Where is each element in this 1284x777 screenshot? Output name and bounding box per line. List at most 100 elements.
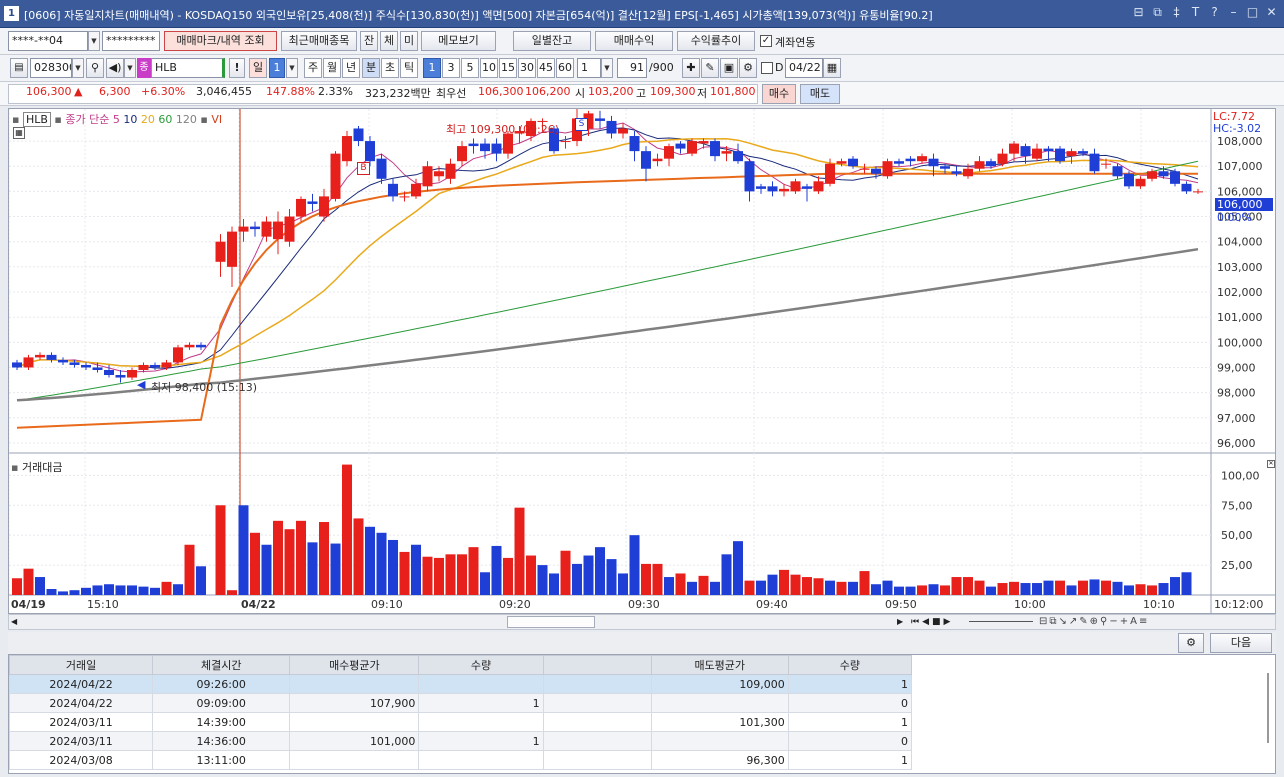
interval-input[interactable]: 1 — [577, 58, 601, 78]
volume-bar — [342, 464, 352, 595]
table-row[interactable]: 2024/03/11 14:39:00 101,300 1 — [8, 712, 913, 732]
sound-dropdown-icon[interactable]: ▼ — [124, 58, 136, 78]
volume-bar — [698, 575, 709, 595]
playback-controls[interactable]: ⏮◀■▶ — [911, 615, 953, 629]
grid-toggle-icon[interactable]: ▦ — [13, 127, 25, 139]
minute-1-button[interactable]: 1 — [423, 58, 441, 78]
table-header[interactable]: 거래일 — [8, 655, 154, 675]
candle-body — [687, 141, 697, 154]
buy-button[interactable]: 매수 — [762, 84, 796, 104]
date-checkbox[interactable] — [761, 62, 773, 74]
period-minute-tab[interactable]: 분 — [362, 58, 380, 78]
candle-body — [733, 151, 743, 162]
search-icon[interactable]: ⚲ — [86, 58, 104, 78]
table-row[interactable]: 2024/03/08 13:11:00 96,300 1 — [8, 750, 913, 770]
stock-search-icon[interactable]: ▤ — [10, 58, 28, 78]
buy-marker[interactable]: B — [357, 162, 370, 175]
crosshair-icon[interactable]: ✚ — [682, 58, 700, 78]
layout-icon[interactable]: ⊟ — [1132, 5, 1145, 20]
volume-bar — [196, 566, 206, 595]
table-header[interactable]: 체결시간 — [152, 655, 291, 675]
calendar-icon[interactable]: ▦ — [823, 58, 841, 78]
period-week-tab[interactable]: 주 — [304, 58, 322, 78]
trade-mark-button[interactable]: 매매마크/내역 조회 — [164, 31, 277, 51]
pin-icon[interactable]: ‡ — [1170, 5, 1183, 20]
minimize-icon[interactable]: – — [1227, 5, 1240, 20]
table-header[interactable]: 매도평균가 — [650, 655, 789, 675]
return-trend-button[interactable]: 수익률추이 — [677, 31, 755, 51]
minute-30-button[interactable]: 30 — [518, 58, 536, 78]
table-header[interactable]: 수량 — [418, 655, 544, 675]
balance-button[interactable]: 잔 — [360, 31, 378, 51]
interval-dropdown-icon[interactable]: ▼ — [601, 58, 613, 78]
executed-button[interactable]: 체 — [380, 31, 398, 51]
table-cell: 2024/04/22 — [8, 674, 154, 694]
account-link-checkbox[interactable]: ✓ — [760, 35, 772, 47]
unexecuted-button[interactable]: 미 — [400, 31, 418, 51]
volume-bar — [1055, 580, 1065, 595]
alert-button[interactable]: ! — [229, 58, 245, 78]
account-dropdown-icon[interactable]: ▼ — [88, 31, 100, 51]
font-icon[interactable]: T — [1189, 5, 1202, 20]
chart-scrollbar[interactable]: ◀ ▶ ⏮◀■▶ ⊟⧉↘↗✎⊕⚲−+A≡ — [8, 614, 1276, 630]
period-day-tab[interactable]: 일 — [249, 58, 267, 78]
daily-balance-button[interactable]: 일별잔고 — [513, 31, 591, 51]
open-label: 시 — [575, 87, 586, 100]
table-cell: 1 — [787, 712, 913, 732]
restore-icon[interactable]: ⧉ — [1151, 5, 1164, 20]
sound-icon[interactable]: ◀) — [106, 58, 124, 78]
stock-code-input[interactable]: 028300 — [30, 58, 72, 78]
price-chart[interactable]: 108,000107,000106,000105,000104,000103,0… — [8, 108, 1275, 613]
trade-profit-button[interactable]: 매매수익 — [595, 31, 673, 51]
table-header[interactable]: 수량 — [787, 655, 913, 675]
day-count-field[interactable]: 1 — [269, 58, 285, 78]
period-month-tab[interactable]: 월 — [323, 58, 341, 78]
chart-tool-icons[interactable]: ⊟⧉↘↗✎⊕⚲−+A≡ — [1039, 615, 1149, 629]
candle-body — [1158, 171, 1169, 177]
next-button[interactable]: 다음 — [1210, 633, 1272, 653]
zoom-slider[interactable] — [969, 621, 1033, 622]
day-count-dropdown-icon[interactable]: ▼ — [286, 58, 298, 78]
candle-body — [23, 357, 34, 368]
password-field[interactable]: ********* — [102, 31, 160, 51]
draw-tool-icon[interactable]: ✎ — [701, 58, 719, 78]
period-year-tab[interactable]: 년 — [342, 58, 360, 78]
period-second-tab[interactable]: 초 — [381, 58, 399, 78]
help-icon[interactable]: ? — [1208, 5, 1221, 20]
date-input[interactable]: 04/22 — [785, 58, 823, 78]
minute-45-button[interactable]: 45 — [537, 58, 555, 78]
sell-button[interactable]: 매도 — [800, 84, 840, 104]
panel-close-icon[interactable]: ✕ — [1267, 460, 1275, 468]
change-percent: +6.30% — [141, 85, 186, 98]
legend-ma10: 10 — [123, 113, 138, 126]
minute-60-button[interactable]: 60 — [556, 58, 574, 78]
scroll-right-icon[interactable]: ▶ — [897, 615, 903, 629]
memo-button[interactable]: 메모보기 — [421, 31, 496, 51]
maximize-icon[interactable]: □ — [1246, 5, 1259, 20]
table-row[interactable]: 2024/04/22 09:09:00 107,900 1 0 — [8, 693, 913, 713]
table-header[interactable] — [542, 655, 652, 675]
display-count-input[interactable]: 91 — [617, 58, 647, 78]
minute-15-button[interactable]: 15 — [499, 58, 517, 78]
minute-5-button[interactable]: 5 — [461, 58, 479, 78]
period-tick-tab[interactable]: 틱 — [400, 58, 418, 78]
scroll-thumb[interactable] — [507, 616, 595, 628]
minute-3-button[interactable]: 3 — [442, 58, 460, 78]
save-icon[interactable]: ▣ — [720, 58, 738, 78]
table-row[interactable]: 2024/04/22 09:26:00 109,000 1 — [8, 674, 913, 694]
settings-icon[interactable]: ⚙ — [739, 58, 757, 78]
table-scrollbar[interactable] — [1267, 673, 1269, 743]
scroll-left-icon[interactable]: ◀ — [11, 615, 17, 629]
panel-settings-icon[interactable]: ⚙ — [1178, 633, 1204, 653]
volume-bar — [951, 577, 962, 595]
chart-area[interactable]: 108,000 107,000 106,000 105,000 104,000 103,0… — [8, 108, 1276, 614]
stock-name-field[interactable]: HLB — [151, 58, 225, 78]
account-select[interactable]: ****-**04 — [8, 31, 88, 51]
close-icon[interactable]: ✕ — [1265, 5, 1278, 20]
table-header[interactable]: 매수평균가 — [289, 655, 420, 675]
code-dropdown-icon[interactable]: ▼ — [72, 58, 84, 78]
recent-trades-button[interactable]: 최근매매종목 — [281, 31, 357, 51]
minute-10-button[interactable]: 10 — [480, 58, 498, 78]
sell-marker[interactable]: S — [575, 118, 588, 131]
table-row[interactable]: 2024/03/11 14:36:00 101,000 1 0 — [8, 731, 913, 751]
